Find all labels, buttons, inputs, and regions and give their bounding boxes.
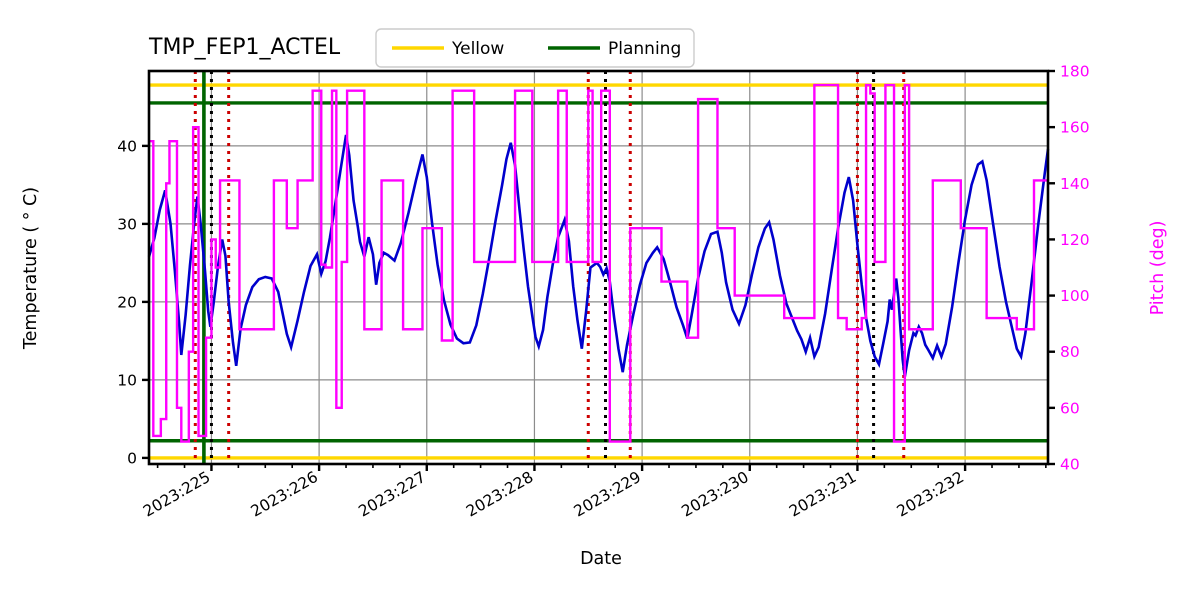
chart-legend[interactable]: Yellow Planning <box>375 28 695 68</box>
y-axis-label-right: Pitch (deg) <box>1148 221 1168 316</box>
x-tick-label: 2023:227 <box>355 468 428 521</box>
y-tick-label-right: 80 <box>1060 343 1080 361</box>
y-tick-label-left: 30 <box>117 215 137 233</box>
y-tick-label-left: 20 <box>117 293 137 311</box>
x-tick-label: 2023:229 <box>571 468 644 521</box>
y-axis-label-left: Temperature ( ° C) <box>21 187 41 350</box>
y-tick-label-right: 120 <box>1060 231 1090 249</box>
x-tick-label: 2023:226 <box>248 468 321 521</box>
x-tick-label: 2023:232 <box>894 468 967 521</box>
y-tick-label-right: 40 <box>1060 456 1080 474</box>
x-tick-label: 2023:228 <box>463 468 536 521</box>
y-tick-label-right: 100 <box>1060 287 1090 305</box>
y-tick-label-right: 60 <box>1060 399 1080 417</box>
plot-background <box>149 71 1048 464</box>
y-tick-label-left: 0 <box>127 449 137 467</box>
legend-label-yellow[interactable]: Yellow <box>451 39 504 59</box>
chart-svg: 2023:225 2023:226 2023:227 2023:228 2023:229… <box>21 28 1168 569</box>
y-tick-label-right: 180 <box>1060 63 1090 81</box>
y-tick-label-right: 140 <box>1060 175 1090 193</box>
x-tick-label: 2023:231 <box>786 468 859 521</box>
y-tick-label-right: 160 <box>1060 119 1090 137</box>
x-tick-label: 2023:230 <box>678 468 751 521</box>
y-tick-label-left: 40 <box>117 137 137 155</box>
figure-canvas: 2023:225 2023:226 2023:227 2023:228 2023:229… <box>0 0 1200 600</box>
legend-label-planning[interactable]: Planning <box>608 39 681 59</box>
chart-title: TMP_FEP1_ACTEL <box>148 35 341 60</box>
y-tick-label-left: 10 <box>117 371 137 389</box>
x-tick-label: 2023:225 <box>140 468 213 521</box>
x-axis-label: Date <box>580 549 622 569</box>
